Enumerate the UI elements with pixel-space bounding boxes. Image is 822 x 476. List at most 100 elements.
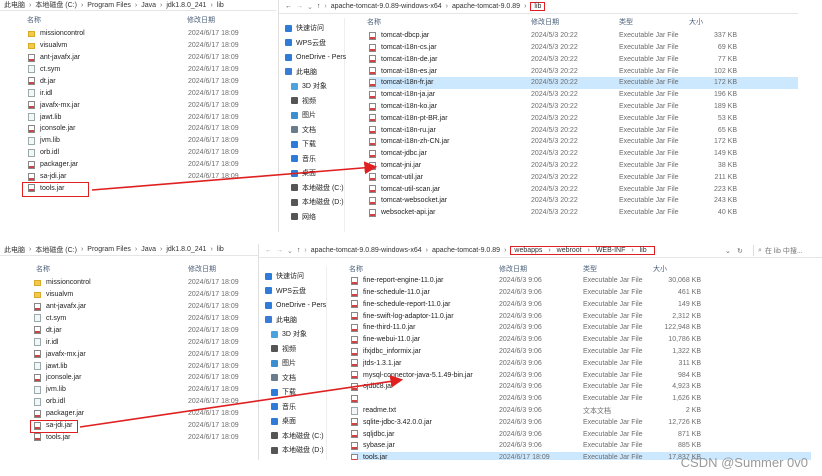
nav-item[interactable]: 本地磁盘 (C:) (291, 182, 344, 194)
column-header-size[interactable]: 大小 (689, 16, 703, 28)
up-icon[interactable]: ↑ (317, 3, 321, 10)
nav-item[interactable]: 视频 (291, 95, 316, 107)
file-row[interactable]: orb.idl 2024/6/17 18:09 (28, 147, 268, 159)
forward-icon[interactable]: → (276, 247, 283, 254)
column-header-date[interactable]: 修改日期 (499, 263, 527, 275)
breadcrumb-item[interactable]: 此电脑 (4, 245, 25, 255)
file-row[interactable]: jconsole.jar 2024/6/17 18:09 (34, 372, 258, 384)
file-row[interactable]: tomcat-i18n-ru.jar 2024/5/3 20:22 Executab… (369, 124, 798, 136)
breadcrumb-item[interactable]: Program Files (87, 2, 131, 9)
file-row[interactable]: sa-jdi.jar 2024/6/17 18:09 (28, 171, 268, 183)
file-row[interactable]: ojdbc8.jar 2024/6/3 9:06 Executable Jar Fi… (351, 381, 811, 393)
file-row[interactable]: dt.jar 2024/6/17 18:09 (28, 76, 268, 88)
nav-item[interactable]: 本地磁盘 (D:) (291, 196, 344, 208)
nav-item[interactable]: 视频 (271, 343, 296, 355)
file-row[interactable]: jawt.lib 2024/6/17 18:09 (34, 360, 258, 372)
file-row[interactable]: ifxjdbc_informix.jar 2024/6/3 9:06 Executa… (351, 346, 811, 358)
file-row[interactable]: jvm.lib 2024/6/17 18:09 (28, 135, 268, 147)
breadcrumb-item[interactable]: 本地磁盘 (C:) (35, 0, 77, 10)
file-row[interactable]: ct.sym 2024/6/17 18:09 (34, 313, 258, 325)
breadcrumb-item[interactable]: lib (217, 246, 224, 253)
breadcrumb-item[interactable]: Program Files (87, 246, 131, 253)
file-row[interactable]: tomcat-dbcp.jar 2024/5/3 20:22 Executable … (369, 30, 798, 42)
file-row[interactable]: visualvm 2024/6/17 18:09 (28, 40, 268, 52)
file-row[interactable]: ant-javafx.jar 2024/6/17 18:09 (34, 301, 258, 313)
nav-item[interactable]: 文档 (291, 124, 316, 136)
column-header-date[interactable]: 修改日期 (531, 16, 559, 28)
breadcrumb-item[interactable]: Java (141, 2, 156, 9)
back-icon[interactable]: ← (285, 3, 292, 10)
file-row[interactable]: mysql-connector-java-5.1.49-bin.jar 2024/… (351, 369, 811, 381)
breadcrumb-item[interactable]: apache-tomcat-9.0.89 (432, 247, 500, 254)
top-left-address-bar[interactable]: 此电脑 › 本地磁盘 (C:) › Program Files › Java › jdk… (0, 0, 276, 11)
column-header-name[interactable]: 名称 (349, 263, 363, 275)
breadcrumb-item[interactable]: apache-tomcat-9.0.89-windows-x64 (311, 247, 422, 254)
address-dropdown-icon[interactable]: ⌄ (725, 247, 731, 255)
file-row[interactable]: packager.jar 2024/6/17 18:09 (28, 159, 268, 171)
nav-item[interactable]: 文档 (271, 372, 296, 384)
file-row[interactable]: tomcat-i18n-pt-BR.jar 2024/5/3 20:22 Execu… (369, 113, 798, 125)
nav-item[interactable]: 下载 (291, 138, 316, 150)
breadcrumb-item[interactable]: webapps (514, 247, 542, 254)
file-row[interactable]: tomcat-i18n-ja.jar 2024/5/3 20:22 Executab… (369, 89, 798, 101)
forward-icon[interactable]: → (296, 3, 303, 10)
column-header-name[interactable]: 名称 (27, 14, 41, 26)
chevron-down-icon[interactable]: ⌄ (307, 3, 313, 11)
file-row[interactable]: fine-webui-11.0.jar 2024/6/3 9:06 Executab… (351, 334, 811, 346)
column-header-size[interactable]: 大小 (653, 263, 667, 275)
file-row[interactable]: tomcat-i18n-de.jar 2024/5/3 20:22 Executab… (369, 54, 798, 66)
nav-item[interactable]: 快速访问 (285, 22, 324, 34)
file-row[interactable]: tomcat-util.jar 2024/5/3 20:22 Executable … (369, 172, 798, 184)
file-row[interactable]: sybase.jar 2024/6/3 9:06 Executable Jar Fi… (351, 440, 811, 452)
nav-item[interactable]: 音乐 (291, 153, 316, 165)
file-row[interactable]: fine-schedule-11.0.jar 2024/6/3 9:06 Execu… (351, 287, 811, 299)
nav-item[interactable]: 3D 对象 (291, 80, 327, 92)
nav-item[interactable]: 图片 (291, 109, 316, 121)
column-header-type[interactable]: 类型 (619, 16, 633, 28)
nav-item[interactable]: 桌面 (271, 415, 296, 427)
file-row[interactable]: dt.jar 2024/6/17 18:09 (34, 325, 258, 337)
file-row[interactable]: readme.txt 2024/6/3 9:06 文本文档 2 KB (351, 405, 811, 417)
nav-item[interactable]: 此电脑 (265, 314, 297, 326)
file-row[interactable]: tomcat-jdbc.jar 2024/5/3 20:22 Executable … (369, 148, 798, 160)
refresh-icon[interactable]: ↻ (737, 247, 743, 255)
file-row[interactable]: fine-report-engine-11.0.jar 2024/6/3 9:06… (351, 275, 811, 287)
file-row[interactable]: orb.idl 2024/6/17 18:09 (34, 396, 258, 408)
breadcrumb-item[interactable]: 此电脑 (4, 0, 25, 10)
nav-item[interactable]: OneDrive - Pers (285, 51, 346, 63)
file-row[interactable]: fine-swift-log-adaptor-11.0.jar 2024/6/3 … (351, 310, 811, 322)
file-row[interactable]: visualvm 2024/6/17 18:09 (34, 289, 258, 301)
nav-item[interactable]: 快速访问 (265, 270, 304, 282)
file-row[interactable]: missioncontrol 2024/6/17 18:09 (34, 277, 258, 289)
file-row[interactable]: 2024/6/3 9:06 Executable Jar File 1,626 KB (351, 393, 811, 405)
breadcrumb-item[interactable]: Java (141, 246, 156, 253)
breadcrumb-item-lib[interactable]: lib (530, 2, 546, 11)
breadcrumb-item[interactable]: lib (640, 247, 647, 254)
file-row[interactable]: ant-javafx.jar 2024/6/17 18:09 (28, 52, 268, 64)
file-row[interactable]: ir.idl 2024/6/17 18:09 (34, 337, 258, 349)
chevron-down-icon[interactable]: ⌄ (287, 247, 293, 255)
nav-item[interactable]: 桌面 (291, 167, 316, 179)
back-icon[interactable]: ← (265, 247, 272, 254)
nav-item[interactable]: OneDrive - Pers (265, 299, 326, 311)
nav-item[interactable]: 下载 (271, 386, 296, 398)
bottom-left-address-bar[interactable]: 此电脑 › 本地磁盘 (C:) › Program Files › Java › jdk… (0, 244, 258, 256)
file-row[interactable]: tools.jar 2024/6/17 18:09 (34, 432, 258, 444)
top-right-address-bar[interactable]: ← → ⌄ ↑ › apache-tomcat-9.0.89-windows-x… (279, 0, 798, 14)
nav-item[interactable]: WPS云盘 (285, 37, 326, 49)
bottom-right-address-bar[interactable]: ← → ⌄ ↑ › apache-tomcat-9.0.89-windows-x… (259, 244, 822, 258)
breadcrumb-item[interactable]: jdk1.8.0_241 (166, 246, 206, 253)
nav-item[interactable]: 音乐 (271, 401, 296, 413)
file-row[interactable]: javafx-mx.jar 2024/6/17 18:09 (34, 348, 258, 360)
nav-item[interactable]: 本地磁盘 (D:) (271, 444, 324, 456)
breadcrumb-item[interactable]: webroot (557, 247, 582, 254)
file-row[interactable]: sqljdbc.jar 2024/6/3 9:06 Executable Jar F… (351, 428, 811, 440)
file-row[interactable]: missioncontrol 2024/6/17 18:09 (28, 28, 268, 40)
up-icon[interactable]: ↑ (297, 247, 301, 254)
breadcrumb-item[interactable]: apache-tomcat-9.0.89-windows-x64 (331, 3, 442, 10)
nav-item[interactable]: 本地磁盘 (C:) (271, 430, 324, 442)
breadcrumb-item[interactable]: jdk1.8.0_241 (166, 2, 206, 9)
file-row[interactable]: websocket-api.jar 2024/5/3 20:22 Executabl… (369, 207, 798, 219)
search-box[interactable]: ⌕ 在 lib 中搜... (753, 245, 822, 256)
file-row[interactable]: javafx-mx.jar 2024/6/17 18:09 (28, 99, 268, 111)
